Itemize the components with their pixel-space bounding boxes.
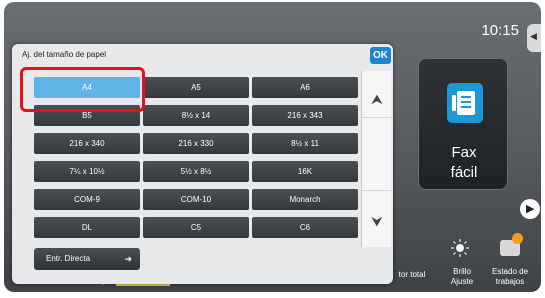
alert-badge-icon [512, 233, 523, 244]
device-frame: 10:15 ◀ Fax fácil ▶ tor total Brillo Aju… [0, 0, 545, 298]
play-icon: ▶ [526, 203, 535, 215]
fax-label-line2: fácil [450, 164, 478, 181]
job-status-label-2: trabajos [495, 277, 525, 286]
size-monarch-button[interactable]: Monarch [252, 189, 358, 210]
size-c6-button[interactable]: C6 [252, 217, 358, 238]
size-a5-button[interactable]: A5 [143, 77, 249, 98]
size-c5-button[interactable]: C5 [143, 217, 249, 238]
fax-easy-tile[interactable]: Fax fácil [418, 58, 508, 190]
total-counter-button[interactable]: tor total [392, 270, 432, 280]
scroll-track[interactable] [362, 117, 392, 191]
job-status-label-1: Estado de [491, 267, 529, 276]
size-216x340-button[interactable]: 216 x 340 [34, 133, 140, 154]
size-a6-button[interactable]: A6 [252, 77, 358, 98]
scroll-column: ⮝ ⮟ [361, 71, 392, 247]
size-dl-button[interactable]: DL [34, 217, 140, 238]
dialog-title: Aj. del tamaño de papel [22, 50, 107, 59]
brightness-adjust-button[interactable]: Brillo Ajuste [440, 267, 484, 287]
adjust-label: Ajuste [450, 277, 474, 286]
total-counter-label: tor total [398, 270, 426, 279]
arrow-right-icon: ➜ [124, 254, 132, 264]
brightness-icon [451, 239, 469, 257]
size-com10-button[interactable]: COM-10 [143, 189, 249, 210]
brightness-label: Brillo [453, 267, 471, 276]
direct-entry-label: Entr. Directa [46, 254, 91, 263]
size-8-5x14-button[interactable]: 8½ x 14 [143, 105, 249, 126]
size-216x343-button[interactable]: 216 x 343 [252, 105, 358, 126]
size-5-5x8-5-button[interactable]: 5½ x 8½ [143, 161, 249, 182]
fax-label-line1: Fax [451, 144, 477, 161]
direct-entry-button[interactable]: Entr. Directa ➜ [34, 248, 140, 270]
fax-icon [447, 83, 483, 123]
size-16k-button[interactable]: 16K [252, 161, 358, 182]
side-panel-tab[interactable]: ◀ [527, 24, 541, 52]
scroll-up-button[interactable]: ⮝ [362, 85, 392, 113]
job-status-button[interactable]: Estado de trabajos [486, 267, 534, 287]
size-7-25x10-5-button[interactable]: 7¼ x 10½ [34, 161, 140, 182]
scroll-down-button[interactable]: ⮟ [362, 207, 392, 235]
double-chevron-up-icon: ⮝ [371, 91, 383, 107]
selection-highlight-frame [20, 67, 145, 112]
double-chevron-down-icon: ⮟ [371, 213, 383, 229]
ok-button[interactable]: OK [370, 47, 391, 64]
size-8-5x11-button[interactable]: 8½ x 11 [252, 133, 358, 154]
chevron-left-icon: ◀ [530, 31, 537, 41]
size-com9-button[interactable]: COM-9 [34, 189, 140, 210]
clock: 10:15 [481, 22, 519, 39]
next-page-button[interactable]: ▶ [520, 199, 540, 219]
size-216x330-button[interactable]: 216 x 330 [143, 133, 249, 154]
fax-easy-label: Fax fácil [419, 143, 509, 183]
